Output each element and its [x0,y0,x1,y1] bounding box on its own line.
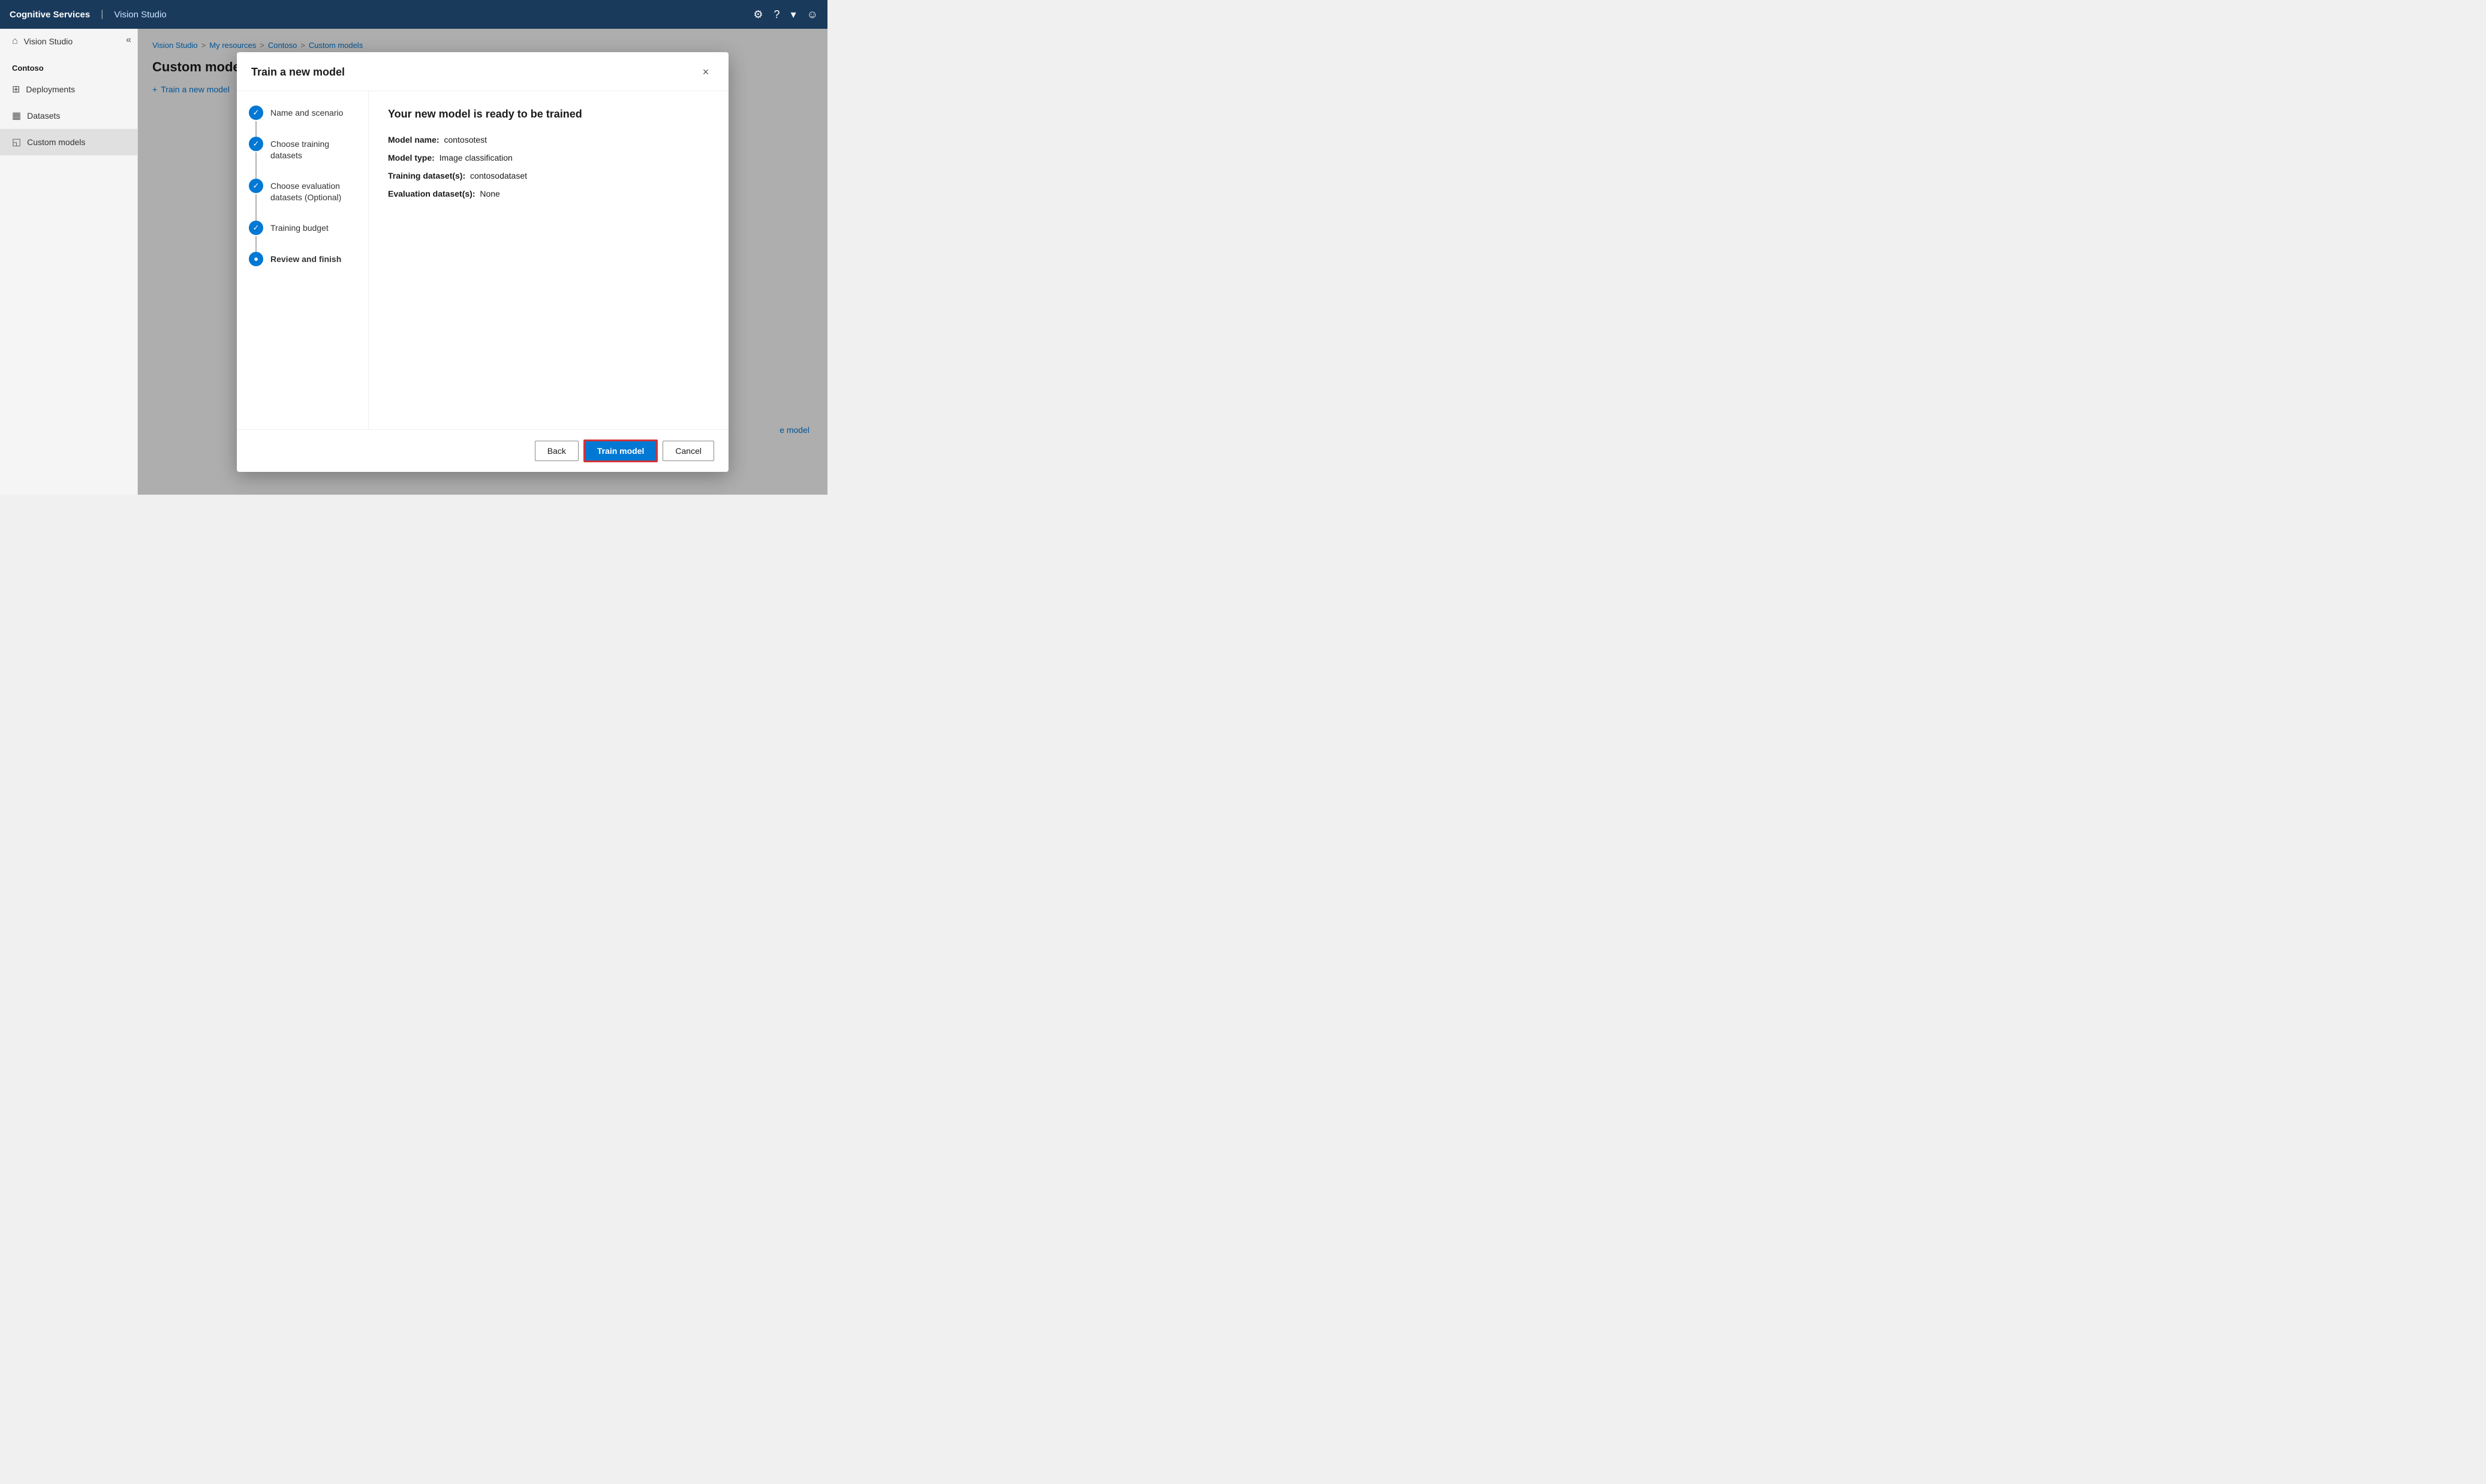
custom-models-icon: ◱ [12,136,21,148]
evaluation-datasets-value: None [480,189,499,198]
topbar-icons: ⚙ ? ▾ ☺ [753,8,818,21]
chevron-down-icon[interactable]: ▾ [791,8,796,21]
sidebar-home-label: Vision Studio [24,37,73,46]
review-training-datasets: Training dataset(s): contosodataset [388,171,709,180]
evaluation-datasets-label: Evaluation dataset(s): [388,189,475,198]
step-item-5: ● Review and finish [249,252,356,266]
step-training-datasets: ✓ Choose training datasets [249,137,356,179]
train-model-modal: Train a new model × ✓ Name and scenario [237,52,729,472]
step-label-4: Training budget [270,221,329,234]
modal-footer: Back Train model Cancel [237,429,729,472]
model-type-label: Model type: [388,153,435,162]
review-heading: Your new model is ready to be trained [388,108,709,121]
account-icon[interactable]: ☺ [807,8,818,21]
step-label-5: Review and finish [270,252,341,266]
sidebar: « ⌂ Vision Studio Contoso ⊞ Deployments … [0,29,138,495]
custom-models-label: Custom models [27,137,85,147]
training-datasets-label: Training dataset(s): [388,171,465,180]
sidebar-item-home[interactable]: ⌂ Vision Studio [0,29,137,54]
cancel-button[interactable]: Cancel [663,441,714,461]
step-evaluation-datasets: ✓ Choose evaluation datasets (Optional) [249,179,356,221]
deployments-icon: ⊞ [12,83,20,95]
sidebar-collapse-button[interactable]: « [126,35,131,46]
sidebar-item-deployments[interactable]: ⊞ Deployments [0,76,137,103]
brand-area: Cognitive Services | Vision Studio [10,9,167,20]
help-icon[interactable]: ? [774,8,780,21]
deployments-label: Deployments [26,85,75,94]
modal-header: Train a new model × [237,52,729,91]
main-layout: « ⌂ Vision Studio Contoso ⊞ Deployments … [0,29,827,495]
wizard-steps: ✓ Name and scenario ✓ Choose training da… [237,91,369,429]
datasets-icon: ▦ [12,110,21,122]
review-content: Your new model is ready to be trained Mo… [369,91,729,429]
step-icon-3: ✓ [249,179,263,193]
step-item-1: ✓ Name and scenario [249,106,356,120]
sidebar-item-datasets[interactable]: ▦ Datasets [0,103,137,129]
step-label-1: Name and scenario [270,106,343,119]
modal-title: Train a new model [251,66,345,79]
step-training-budget: ✓ Training budget [249,221,356,252]
model-name-label: Model name: [388,135,440,145]
topbar: Cognitive Services | Vision Studio ⚙ ? ▾… [0,0,827,29]
step-icon-5: ● [249,252,263,266]
home-icon: ⌂ [12,36,18,47]
settings-icon[interactable]: ⚙ [753,8,763,21]
sidebar-item-custom-models[interactable]: ◱ Custom models [0,129,137,155]
modal-close-button[interactable]: × [697,64,714,81]
step-item-3: ✓ Choose evaluation datasets (Optional) [249,179,356,204]
step-review-finish: ● Review and finish [249,252,356,266]
review-model-name: Model name: contosotest [388,135,709,145]
step-name-scenario: ✓ Name and scenario [249,106,356,137]
training-datasets-value: contosodataset [470,171,527,180]
content-area: Vision Studio > My resources > Contoso >… [138,29,827,495]
step-label-2: Choose training datasets [270,137,356,162]
step-icon-2: ✓ [249,137,263,151]
model-type-value: Image classification [440,153,513,162]
step-item-2: ✓ Choose training datasets [249,137,356,162]
model-name-value: contosotest [444,135,487,145]
step-item-4: ✓ Training budget [249,221,356,235]
datasets-label: Datasets [27,111,60,121]
train-model-button[interactable]: Train model [583,440,658,462]
app-name: Vision Studio [114,10,166,20]
topbar-divider: | [101,9,103,20]
review-evaluation-datasets: Evaluation dataset(s): None [388,189,709,198]
modal-body: ✓ Name and scenario ✓ Choose training da… [237,91,729,429]
step-icon-4: ✓ [249,221,263,235]
brand-name: Cognitive Services [10,10,90,20]
back-button[interactable]: Back [535,441,579,461]
step-icon-1: ✓ [249,106,263,120]
review-model-type: Model type: Image classification [388,153,709,162]
step-label-3: Choose evaluation datasets (Optional) [270,179,356,204]
sidebar-section-label: Contoso [0,54,137,76]
